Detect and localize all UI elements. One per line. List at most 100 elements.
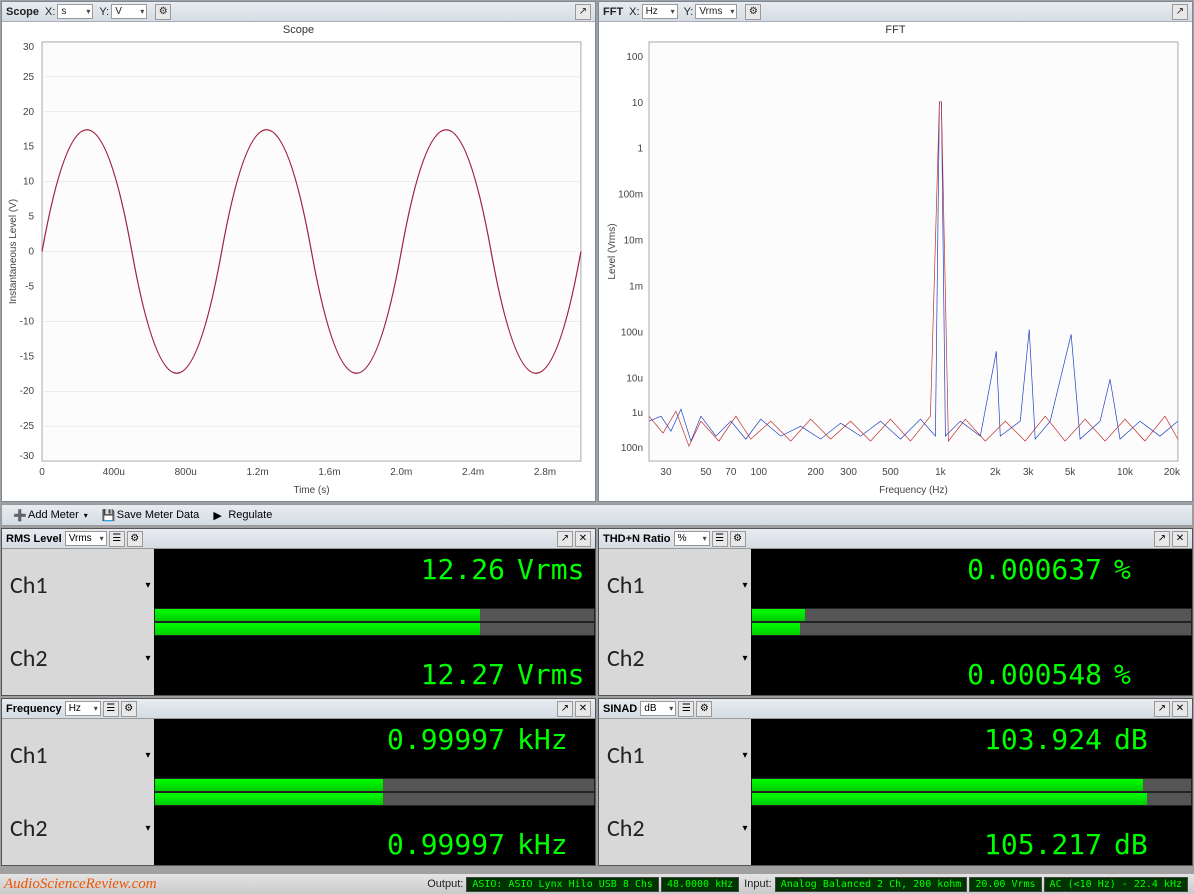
svg-text:-10: -10 xyxy=(20,316,35,327)
svg-text:1.2m: 1.2m xyxy=(246,467,268,478)
rms-ch1-bar xyxy=(155,609,480,621)
filter-icon[interactable]: ☰ xyxy=(103,701,119,717)
svg-text:3k: 3k xyxy=(1023,467,1034,478)
close-icon[interactable]: ✕ xyxy=(1172,701,1188,717)
svg-text:2.4m: 2.4m xyxy=(462,467,484,478)
svg-text:800u: 800u xyxy=(175,467,197,478)
popout-icon[interactable]: ↗ xyxy=(1154,531,1170,547)
svg-text:1m: 1m xyxy=(629,281,643,292)
save-icon: 💾 xyxy=(102,509,114,521)
scope-chart[interactable]: Scope Lynx Hilo Dashboard 0 510 1520 253… xyxy=(2,22,595,501)
rms-unit-select[interactable]: Vrms xyxy=(65,531,107,546)
svg-text:2.0m: 2.0m xyxy=(390,467,412,478)
gear-icon[interactable]: ⚙ xyxy=(121,701,137,717)
meter-toolbar: ➕Add Meter▾ 💾Save Meter Data ▶Regulate xyxy=(1,504,1193,526)
popout-icon[interactable]: ↗ xyxy=(1172,4,1188,20)
svg-text:15: 15 xyxy=(23,142,35,153)
svg-text:300: 300 xyxy=(840,467,857,478)
sinad-meter: SINAD dB ☰ ⚙ ↗ ✕ Ch1▾ 103.924dB Ch2▾ 105… xyxy=(598,698,1193,866)
gear-icon[interactable]: ⚙ xyxy=(696,701,712,717)
svg-text:10k: 10k xyxy=(1117,467,1133,478)
svg-text:20k: 20k xyxy=(1164,467,1180,478)
svg-text:50: 50 xyxy=(700,467,712,478)
rms-ch1-row: Ch1▾ 12.26Vrms xyxy=(2,549,595,622)
svg-text:10u: 10u xyxy=(626,373,643,384)
gear-icon[interactable]: ⚙ xyxy=(730,531,746,547)
svg-text:100: 100 xyxy=(750,467,767,478)
fft-header: FFT X:Hz Y:Vrms ⚙ ↗ xyxy=(599,2,1192,22)
popout-icon[interactable]: ↗ xyxy=(1154,701,1170,717)
svg-text:30: 30 xyxy=(660,467,672,478)
watermark: AudioScienceReview.com xyxy=(4,876,157,893)
chevron-down-icon[interactable]: ▾ xyxy=(142,549,154,622)
rms-ch2-bar xyxy=(155,623,480,635)
thdn-meter: THD+N Ratio % ☰ ⚙ ↗ ✕ Ch1▾ 0.000637% Ch2… xyxy=(598,528,1193,696)
close-icon[interactable]: ✕ xyxy=(575,531,591,547)
input-device[interactable]: Analog Balanced 2 Ch, 200 kohm xyxy=(775,877,968,892)
output-device[interactable]: ASIO: ASIO Lynx Hilo USB 8 Chs xyxy=(466,877,659,892)
fft-x-unit[interactable]: Hz xyxy=(642,4,678,19)
fft-panel: FFT X:Hz Y:Vrms ⚙ ↗ FFT 10010 1100m 10m1… xyxy=(598,1,1193,502)
close-icon[interactable]: ✕ xyxy=(1172,531,1188,547)
filter-icon[interactable]: ☰ xyxy=(712,531,728,547)
play-icon: ▶ xyxy=(213,509,225,521)
svg-text:0: 0 xyxy=(29,247,35,258)
svg-text:5: 5 xyxy=(29,212,35,223)
svg-text:1k: 1k xyxy=(935,467,946,478)
svg-text:10: 10 xyxy=(632,98,644,109)
svg-text:30: 30 xyxy=(23,42,35,53)
add-meter-button[interactable]: ➕Add Meter▾ xyxy=(6,507,95,523)
freq-unit-select[interactable]: Hz xyxy=(65,701,101,716)
svg-text:Time (s): Time (s) xyxy=(293,485,329,496)
popout-icon[interactable]: ↗ xyxy=(557,701,573,717)
svg-text:2k: 2k xyxy=(990,467,1001,478)
chevron-down-icon[interactable]: ▾ xyxy=(142,622,154,695)
gear-icon[interactable]: ⚙ xyxy=(745,4,761,20)
svg-text:10m: 10m xyxy=(624,236,643,247)
rms-meter: RMS Level Vrms ☰ ⚙ ↗ ✕ Ch1▾ 12.26Vrms Ch… xyxy=(1,528,596,696)
svg-text:Instantaneous Level (V): Instantaneous Level (V) xyxy=(8,199,19,304)
thdn-unit-select[interactable]: % xyxy=(674,531,710,546)
scope-y-unit[interactable]: V xyxy=(111,4,147,19)
filter-icon[interactable]: ☰ xyxy=(109,531,125,547)
svg-text:-5: -5 xyxy=(25,281,34,292)
svg-text:500: 500 xyxy=(882,467,899,478)
svg-text:Frequency (Hz): Frequency (Hz) xyxy=(879,485,948,496)
sinad-unit-select[interactable]: dB xyxy=(640,701,676,716)
svg-text:1: 1 xyxy=(637,144,643,155)
svg-text:2.8m: 2.8m xyxy=(534,467,556,478)
svg-text:200: 200 xyxy=(807,467,824,478)
save-meter-button[interactable]: 💾Save Meter Data xyxy=(95,507,207,523)
svg-text:400u: 400u xyxy=(103,467,125,478)
scope-panel: Scope X:s Y:V ⚙ ↗ Scope Lynx Hilo Dashbo… xyxy=(1,1,596,502)
gear-icon[interactable]: ⚙ xyxy=(127,531,143,547)
svg-text:10: 10 xyxy=(23,177,35,188)
fft-y-unit[interactable]: Vrms xyxy=(695,4,737,19)
close-icon[interactable]: ✕ xyxy=(575,701,591,717)
svg-text:100n: 100n xyxy=(621,443,643,454)
freq-meter: Frequency Hz ☰ ⚙ ↗ ✕ Ch1▾ 0.99997kHz Ch2… xyxy=(1,698,596,866)
svg-text:-20: -20 xyxy=(20,386,35,397)
svg-text:70: 70 xyxy=(725,467,737,478)
gear-icon[interactable]: ⚙ xyxy=(155,4,171,20)
popout-icon[interactable]: ↗ xyxy=(575,4,591,20)
svg-text:-30: -30 xyxy=(20,451,35,462)
filter-icon[interactable]: ☰ xyxy=(678,701,694,717)
svg-text:0: 0 xyxy=(39,467,45,478)
input-level[interactable]: 20.00 Vrms xyxy=(969,877,1041,892)
fft-chart[interactable]: FFT 10010 1100m 10m1m 100u10u 1u100n 305… xyxy=(599,22,1192,501)
svg-text:Level (Vrms): Level (Vrms) xyxy=(607,223,618,279)
fft-title: FFT xyxy=(603,6,623,18)
svg-text:100u: 100u xyxy=(621,327,643,338)
svg-text:100: 100 xyxy=(626,52,643,63)
popout-icon[interactable]: ↗ xyxy=(557,531,573,547)
svg-text:1.6m: 1.6m xyxy=(318,467,340,478)
output-rate[interactable]: 48.0000 kHz xyxy=(661,877,739,892)
svg-text:20: 20 xyxy=(23,107,35,118)
scope-x-unit[interactable]: s xyxy=(57,4,93,19)
regulate-button[interactable]: ▶Regulate xyxy=(206,507,279,523)
svg-text:-25: -25 xyxy=(20,421,35,432)
rms-ch2-row: Ch2▾ 12.27Vrms xyxy=(2,622,595,695)
scope-header: Scope X:s Y:V ⚙ ↗ xyxy=(2,2,595,22)
input-filter[interactable]: AC (<10 Hz) - 22.4 kHz xyxy=(1044,877,1188,892)
